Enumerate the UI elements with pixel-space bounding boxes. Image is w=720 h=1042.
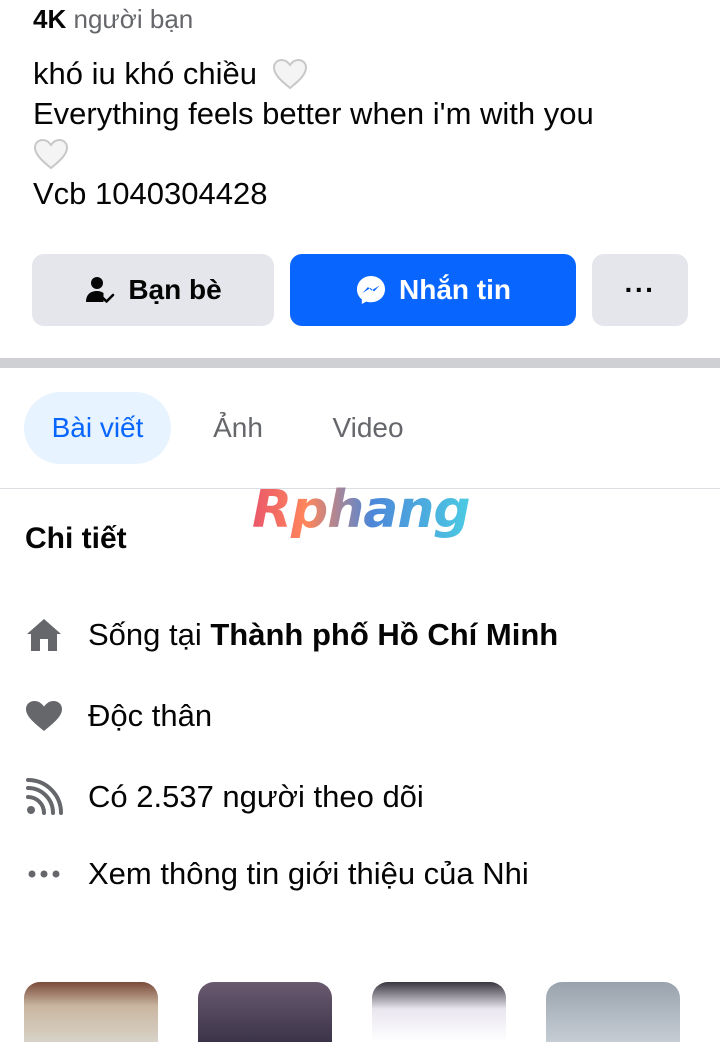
- detail-about-text: Xem thông tin giới thiệu của Nhi: [88, 856, 529, 891]
- section-divider: [0, 358, 720, 368]
- friends-button[interactable]: Bạn bè: [32, 254, 274, 326]
- featured-photo-4[interactable]: [546, 982, 680, 1042]
- bio-line-4: Vcb 1040304428: [33, 176, 268, 211]
- detail-row-see-about[interactable]: Xem thông tin giới thiệu của Nhi: [24, 849, 704, 899]
- bio-line-2: Everything feels better when i'm with yo…: [33, 96, 594, 131]
- friends-count-label: người bạn: [73, 4, 194, 34]
- detail-relationship-text: Độc thân: [88, 698, 213, 733]
- featured-photo-2[interactable]: [198, 982, 332, 1042]
- friends-count-number: 4K: [33, 4, 67, 34]
- ellipsis-icon: [24, 854, 64, 894]
- white-heart-icon: [272, 58, 308, 90]
- tab-photos[interactable]: Ảnh: [200, 392, 276, 464]
- detail-row-followers[interactable]: Có 2.537 người theo dõi: [24, 772, 704, 822]
- home-icon: [24, 615, 64, 655]
- profile-bio: khó iu khó chiều Everything feels better…: [33, 54, 673, 214]
- friends-button-label: Bạn bè: [128, 274, 222, 305]
- bio-line-3: [33, 134, 673, 174]
- featured-photo-3[interactable]: [372, 982, 506, 1042]
- more-options-button[interactable]: ···: [592, 254, 688, 326]
- detail-row-lives-in[interactable]: Sống tại Thành phố Hồ Chí Minh: [24, 610, 704, 660]
- watermark-logo: Rphang: [252, 480, 471, 540]
- messenger-icon: [355, 274, 387, 306]
- details-heading: Chi tiết: [25, 522, 127, 555]
- detail-followers-text: Có 2.537 người theo dõi: [88, 779, 424, 814]
- friends-count[interactable]: 4K người bạn: [33, 4, 193, 35]
- friend-check-icon: [84, 274, 116, 306]
- more-dots-icon: ···: [624, 274, 656, 305]
- rss-icon: [24, 777, 64, 817]
- featured-photo-1[interactable]: [24, 982, 158, 1042]
- message-button-label: Nhắn tin: [399, 274, 511, 305]
- detail-row-relationship: Độc thân: [24, 691, 704, 741]
- heart-icon: [24, 696, 64, 736]
- tab-videos[interactable]: Video: [318, 392, 418, 464]
- message-button[interactable]: Nhắn tin: [290, 254, 576, 326]
- detail-lives-in-text: Sống tại Thành phố Hồ Chí Minh: [88, 617, 559, 652]
- white-heart-icon: [33, 138, 69, 170]
- bio-line-1: khó iu khó chiều: [33, 54, 673, 94]
- tab-posts[interactable]: Bài viết: [24, 392, 171, 464]
